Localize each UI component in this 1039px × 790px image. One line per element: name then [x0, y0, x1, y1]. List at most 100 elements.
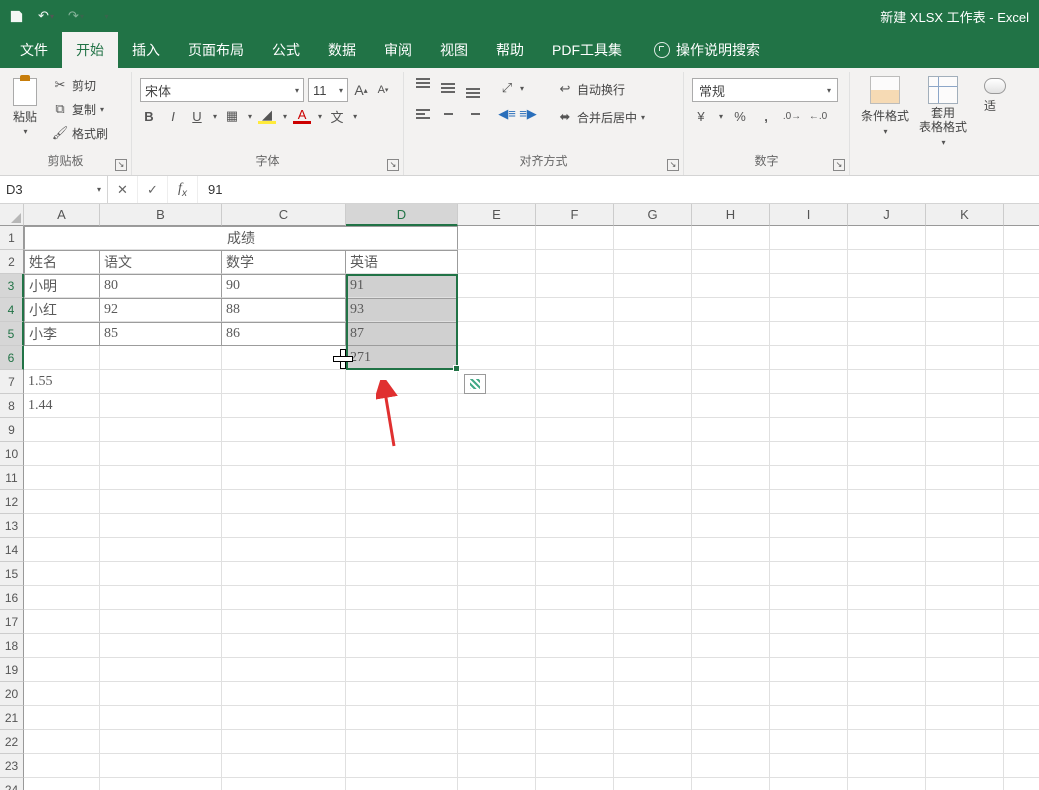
cell-B2[interactable]: 语文	[100, 250, 222, 274]
cell-C18[interactable]	[222, 634, 346, 658]
cell-F17[interactable]	[536, 610, 614, 634]
cell-G22[interactable]	[614, 730, 692, 754]
cell-E17[interactable]	[458, 610, 536, 634]
cell-B4[interactable]: 92	[100, 298, 222, 322]
cell-L13[interactable]	[1004, 514, 1039, 538]
cell-J1[interactable]	[848, 226, 926, 250]
cell-L9[interactable]	[1004, 418, 1039, 442]
cell-K3[interactable]	[926, 274, 1004, 298]
cell-I1[interactable]	[770, 226, 848, 250]
cell-J14[interactable]	[848, 538, 926, 562]
cell-C22[interactable]	[222, 730, 346, 754]
cell-I15[interactable]	[770, 562, 848, 586]
row-header-15[interactable]: 15	[0, 562, 24, 586]
cell-F19[interactable]	[536, 658, 614, 682]
cell-J17[interactable]	[848, 610, 926, 634]
cell-K5[interactable]	[926, 322, 1004, 346]
increase-font-icon[interactable]: A▴	[352, 82, 370, 98]
autofill-options-button[interactable]	[464, 374, 486, 394]
column-header-K[interactable]: K	[926, 204, 1004, 226]
cell-K6[interactable]	[926, 346, 1004, 370]
cell-D4[interactable]: 93	[346, 298, 458, 322]
cell-B23[interactable]	[100, 754, 222, 778]
align-top-button[interactable]	[412, 78, 434, 98]
cell-G23[interactable]	[614, 754, 692, 778]
cell-B5[interactable]: 85	[100, 322, 222, 346]
number-format-select[interactable]: 常规▾	[692, 78, 838, 102]
cell-K17[interactable]	[926, 610, 1004, 634]
cell-D6[interactable]: 271	[346, 346, 458, 370]
cell-L22[interactable]	[1004, 730, 1039, 754]
cell-K4[interactable]	[926, 298, 1004, 322]
cell-L3[interactable]	[1004, 274, 1039, 298]
cell-I11[interactable]	[770, 466, 848, 490]
cell-I7[interactable]	[770, 370, 848, 394]
cell-L20[interactable]	[1004, 682, 1039, 706]
cell-B16[interactable]	[100, 586, 222, 610]
format-as-table-button[interactable]: 套用 表格格式 ▾	[916, 74, 970, 147]
cell-G14[interactable]	[614, 538, 692, 562]
cell-F12[interactable]	[536, 490, 614, 514]
cell-D11[interactable]	[346, 466, 458, 490]
cell-F21[interactable]	[536, 706, 614, 730]
column-header-J[interactable]: J	[848, 204, 926, 226]
align-right-button[interactable]	[462, 104, 484, 124]
cell-grid[interactable]: 姓名语文数学英语小明809091小红928893小李8586872711.551…	[24, 226, 1039, 790]
cell-K23[interactable]	[926, 754, 1004, 778]
cell-A24[interactable]	[24, 778, 100, 790]
cell-L24[interactable]	[1004, 778, 1039, 790]
cell-F16[interactable]	[536, 586, 614, 610]
cell-B11[interactable]	[100, 466, 222, 490]
cell-I2[interactable]	[770, 250, 848, 274]
cell-F15[interactable]	[536, 562, 614, 586]
cell-D7[interactable]	[346, 370, 458, 394]
cell-J10[interactable]	[848, 442, 926, 466]
cell-H1[interactable]	[692, 226, 770, 250]
qat-customize-icon[interactable]: ▾	[96, 6, 116, 26]
cell-I3[interactable]	[770, 274, 848, 298]
cell-C5[interactable]: 86	[222, 322, 346, 346]
cell-A22[interactable]	[24, 730, 100, 754]
cell-D24[interactable]	[346, 778, 458, 790]
cell-E2[interactable]	[458, 250, 536, 274]
cell-F9[interactable]	[536, 418, 614, 442]
cell-D20[interactable]	[346, 682, 458, 706]
cell-J15[interactable]	[848, 562, 926, 586]
cell-B3[interactable]: 80	[100, 274, 222, 298]
paste-button[interactable]: 粘贴 ▾	[8, 74, 42, 136]
cell-F10[interactable]	[536, 442, 614, 466]
cell-C14[interactable]	[222, 538, 346, 562]
cell-C8[interactable]	[222, 394, 346, 418]
dialog-launcher-icon[interactable]: ↘	[667, 159, 679, 171]
cell-B22[interactable]	[100, 730, 222, 754]
cell-G20[interactable]	[614, 682, 692, 706]
column-header-E[interactable]: E	[458, 204, 536, 226]
cell-D8[interactable]	[346, 394, 458, 418]
cell-D9[interactable]	[346, 418, 458, 442]
italic-button[interactable]: I	[164, 108, 182, 124]
cell-C20[interactable]	[222, 682, 346, 706]
cell-F20[interactable]	[536, 682, 614, 706]
row-header-5[interactable]: 5	[0, 322, 24, 346]
cell-B7[interactable]	[100, 370, 222, 394]
cell-J22[interactable]	[848, 730, 926, 754]
cell-J7[interactable]	[848, 370, 926, 394]
cell-A8[interactable]: 1.44	[24, 394, 100, 418]
align-center-button[interactable]	[437, 104, 459, 124]
cell-H14[interactable]	[692, 538, 770, 562]
cell-C10[interactable]	[222, 442, 346, 466]
cell-A14[interactable]	[24, 538, 100, 562]
cell-L8[interactable]	[1004, 394, 1039, 418]
cell-B20[interactable]	[100, 682, 222, 706]
decrease-decimal-button[interactable]: ←.0	[809, 108, 827, 124]
cell-D3[interactable]: 91	[346, 274, 458, 298]
cell-F14[interactable]	[536, 538, 614, 562]
cell-J23[interactable]	[848, 754, 926, 778]
currency-button[interactable]: ¥	[692, 108, 710, 124]
cell-F7[interactable]	[536, 370, 614, 394]
cell-A19[interactable]	[24, 658, 100, 682]
cancel-formula-button[interactable]: ✕	[108, 176, 138, 203]
row-header-22[interactable]: 22	[0, 730, 24, 754]
cell-I21[interactable]	[770, 706, 848, 730]
cell-G13[interactable]	[614, 514, 692, 538]
